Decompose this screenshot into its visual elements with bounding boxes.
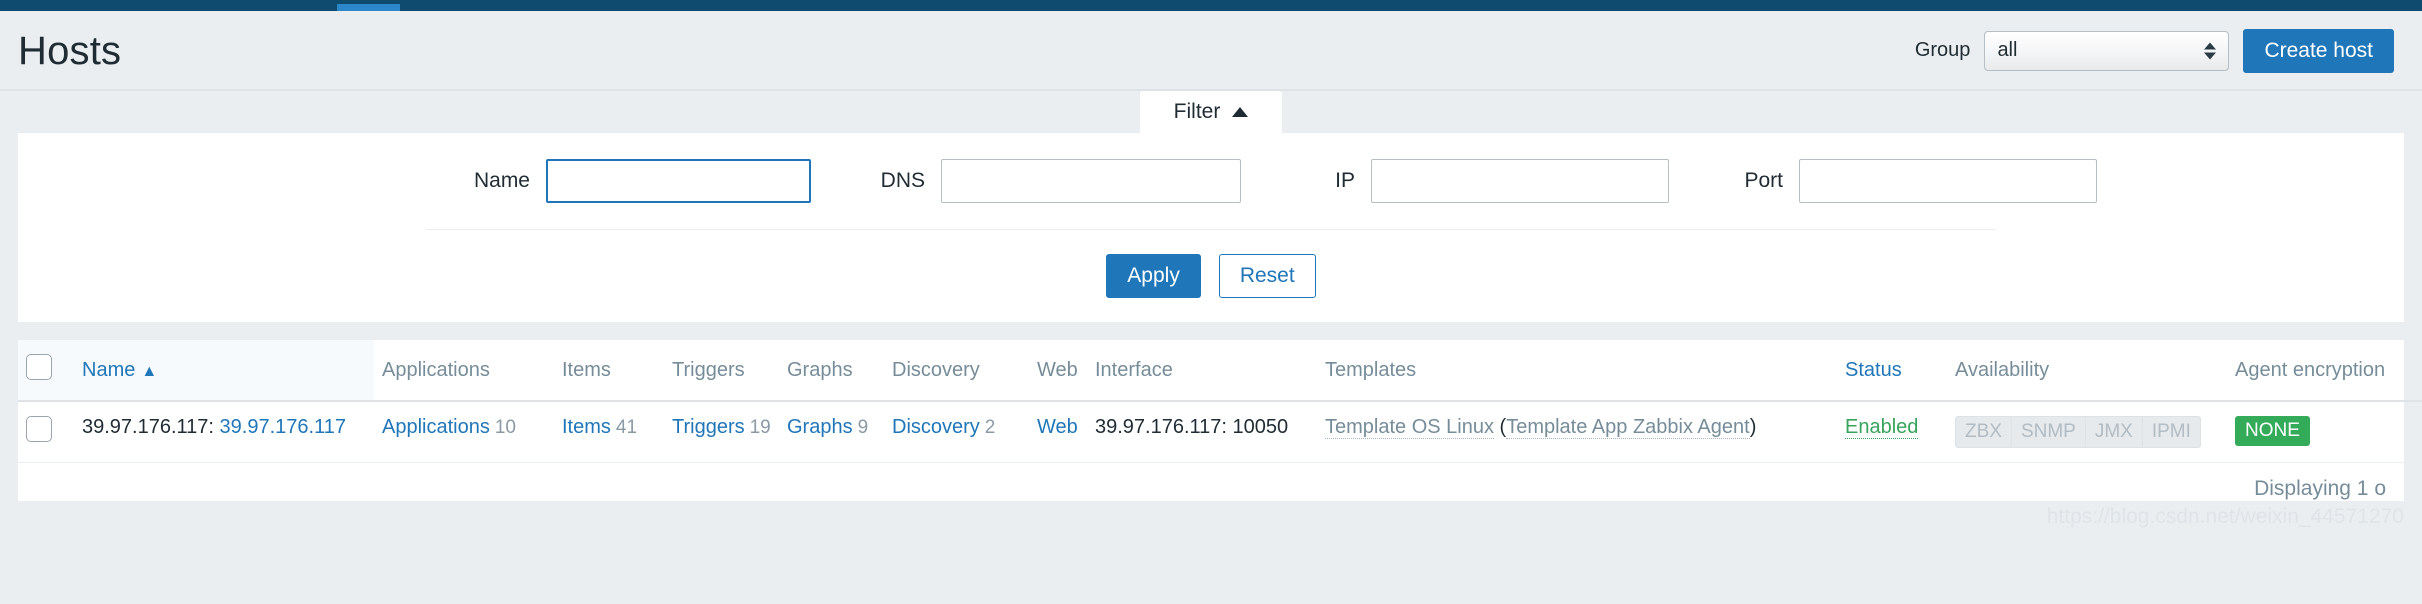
cell-status: Enabled bbox=[1837, 401, 1947, 464]
displaying-count-text: Displaying 1 o bbox=[2254, 477, 2386, 501]
cell-templates: Template OS Linux (Template App Zabbix A… bbox=[1317, 401, 1837, 464]
column-header-items: Items bbox=[554, 340, 664, 403]
row-select-cell bbox=[18, 401, 74, 464]
filter-tab-strip: Filter bbox=[0, 91, 2422, 133]
column-header-web: Web bbox=[1029, 340, 1087, 403]
discovery-count: 2 bbox=[984, 417, 996, 439]
top-navigation-bar bbox=[0, 0, 2422, 11]
header-divider bbox=[0, 89, 2422, 91]
host-name-prefix: 39.97.176.117: bbox=[82, 416, 214, 439]
graphs-count: 9 bbox=[857, 417, 869, 439]
column-header-availability: Availability bbox=[1947, 340, 2227, 403]
discovery-link[interactable]: Discovery bbox=[892, 416, 980, 438]
cell-interface: 39.97.176.117: 10050 bbox=[1087, 401, 1317, 464]
group-filter-label: Group bbox=[1914, 39, 1971, 62]
create-host-button[interactable]: Create host bbox=[2243, 28, 2394, 74]
template-nested-link[interactable]: Template App Zabbix Agent bbox=[1506, 416, 1750, 440]
filter-ip-label: IP bbox=[1335, 169, 1355, 192]
encryption-badge: NONE bbox=[2235, 416, 2310, 447]
active-tab-indicator bbox=[337, 4, 400, 11]
table-row: 39.97.176.117: 39.97.176.117 Application… bbox=[18, 401, 2422, 464]
items-count: 41 bbox=[615, 417, 638, 439]
triggers-count: 19 bbox=[749, 417, 771, 439]
availability-zbx[interactable]: ZBX bbox=[1955, 416, 2012, 449]
cell-availability: ZBX SNMP JMX IPMI bbox=[1947, 401, 2227, 464]
reset-button[interactable]: Reset bbox=[1218, 254, 1316, 299]
column-header-status[interactable]: Status bbox=[1837, 340, 1947, 403]
filter-tab-label: Filter bbox=[1173, 100, 1221, 123]
availability-snmp[interactable]: SNMP bbox=[2010, 416, 2086, 449]
row-checkbox[interactable] bbox=[26, 416, 52, 443]
column-header-discovery: Discovery bbox=[884, 340, 1029, 403]
chevron-up-icon bbox=[1232, 107, 1249, 117]
cell-items: Items 41 bbox=[554, 401, 664, 464]
apply-button[interactable]: Apply bbox=[1106, 254, 1201, 299]
availability-jmx[interactable]: JMX bbox=[2084, 416, 2143, 449]
filter-dns-input[interactable] bbox=[941, 159, 1241, 203]
availability-group: ZBX SNMP JMX IPMI bbox=[1955, 416, 2201, 449]
filter-field-ip: IP bbox=[1241, 159, 1669, 203]
filter-port-label: Port bbox=[1744, 169, 1783, 192]
select-stepper-icon bbox=[2204, 42, 2217, 60]
applications-count: 10 bbox=[494, 417, 516, 439]
hosts-table-body: 39.97.176.117: 39.97.176.117 Application… bbox=[18, 401, 2422, 464]
column-header-interface: Interface bbox=[1087, 340, 1317, 403]
hosts-table: Name ▲ Applications Items Triggers Graphs… bbox=[18, 340, 2422, 464]
graphs-link[interactable]: Graphs bbox=[787, 416, 853, 438]
page-title: Hosts bbox=[18, 29, 122, 73]
hosts-table-container: Name ▲ Applications Items Triggers Graphs… bbox=[18, 340, 2422, 464]
triggers-link[interactable]: Triggers bbox=[672, 416, 745, 438]
filter-fields-row: Name DNS IP Port bbox=[426, 159, 2097, 230]
table-header-row: Name ▲ Applications Items Triggers Graphs… bbox=[18, 340, 2422, 403]
column-header-triggers: Triggers bbox=[664, 340, 779, 403]
header-controls: Group all Create host bbox=[1914, 28, 2394, 74]
group-select-value: all bbox=[1997, 39, 2018, 62]
template-primary-link[interactable]: Template OS Linux bbox=[1325, 416, 1494, 440]
column-header-name[interactable]: Name ▲ bbox=[74, 340, 374, 403]
filter-ip-input[interactable] bbox=[1371, 159, 1669, 203]
cell-graphs: Graphs 9 bbox=[779, 401, 884, 464]
column-header-templates: Templates bbox=[1317, 340, 1837, 403]
host-name-link[interactable]: 39.97.176.117 bbox=[220, 416, 346, 438]
filter-field-port: Port bbox=[1669, 159, 2097, 203]
column-header-applications: Applications bbox=[374, 340, 554, 403]
cell-applications: Applications 10 bbox=[374, 401, 554, 464]
web-link[interactable]: Web bbox=[1037, 416, 1078, 438]
items-link[interactable]: Items bbox=[562, 416, 611, 438]
filter-tab[interactable]: Filter bbox=[1139, 91, 1283, 133]
group-select[interactable]: all bbox=[1984, 30, 2230, 71]
select-all-checkbox[interactable] bbox=[26, 354, 52, 381]
filter-field-dns: DNS bbox=[811, 159, 1241, 203]
filter-name-input[interactable] bbox=[546, 159, 811, 203]
table-footer: Displaying 1 o https://blog.csdn.net/wei… bbox=[18, 463, 2404, 528]
filter-field-name: Name bbox=[426, 159, 811, 203]
cell-web: Web bbox=[1029, 401, 1087, 464]
cell-triggers: Triggers 19 bbox=[664, 401, 779, 464]
column-header-name-link[interactable]: Name bbox=[82, 359, 135, 381]
applications-link[interactable]: Applications bbox=[382, 416, 490, 438]
status-badge[interactable]: Enabled bbox=[1845, 416, 1919, 440]
template-paren-open: ( bbox=[1493, 416, 1507, 439]
column-header-status-link[interactable]: Status bbox=[1845, 359, 1902, 381]
filter-dns-label: DNS bbox=[880, 169, 925, 192]
filter-port-input[interactable] bbox=[1799, 159, 2097, 203]
cell-discovery: Discovery 2 bbox=[884, 401, 1029, 464]
cell-host-name: 39.97.176.117: 39.97.176.117 bbox=[74, 401, 374, 464]
column-header-graphs: Graphs bbox=[779, 340, 884, 403]
template-paren-close: ) bbox=[1749, 416, 1757, 439]
page-header: Hosts Group all Create host bbox=[0, 11, 2422, 91]
column-header-agent-encryption: Agent encryption bbox=[2227, 340, 2422, 403]
cell-agent-encryption: NONE bbox=[2227, 401, 2422, 464]
filter-name-label: Name bbox=[473, 169, 530, 192]
filter-actions: Apply Reset bbox=[18, 230, 2404, 299]
filter-panel: Name DNS IP Port Apply Reset bbox=[18, 133, 2404, 323]
availability-ipmi[interactable]: IPMI bbox=[2141, 416, 2201, 449]
select-all-header bbox=[18, 340, 74, 403]
sort-ascending-icon: ▲ bbox=[141, 362, 158, 380]
watermark-text: https://blog.csdn.net/weixin_44571270 bbox=[2046, 505, 2404, 529]
hosts-table-head: Name ▲ Applications Items Triggers Graphs… bbox=[18, 340, 2422, 403]
